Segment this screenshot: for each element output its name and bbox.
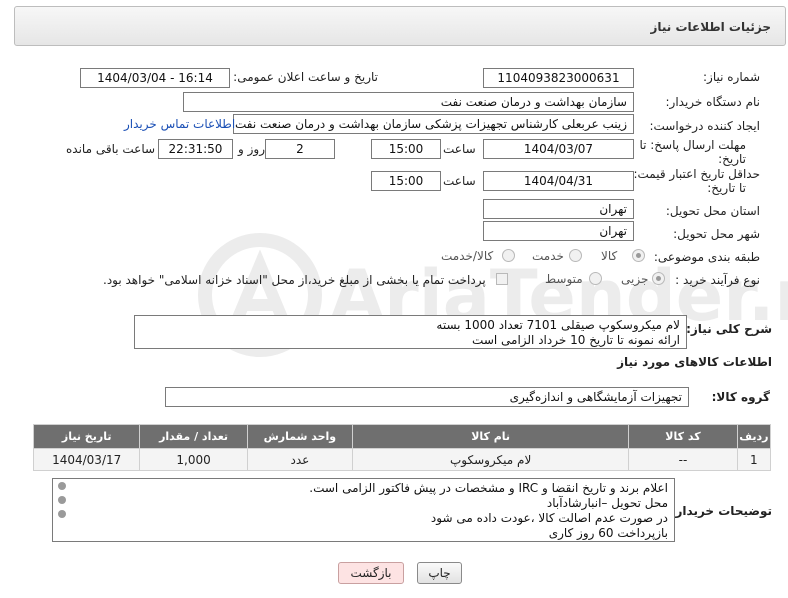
buyer-notes-line-1: اعلام برند و تاریخ انقضا و IRC و مشخصات … [309,481,668,495]
cell-row: 1 [736,448,772,471]
treasury-checkbox[interactable] [496,273,508,285]
contact-info-link[interactable]: اطلاعات تماس خریدار [124,117,235,131]
deadline-date-field: 1404/03/07 [483,139,634,159]
cell-qty: 1,000 [139,448,248,471]
buyer-org-field: سازمان بهداشت و درمان صنعت نفت [183,92,634,112]
category-radio-both[interactable] [502,249,515,262]
announce-label: تاریخ و ساعت اعلان عمومی: [233,70,378,84]
category-option-service: خدمت [532,249,564,263]
col-name: نام کالا [352,424,630,449]
description-label: شرح کلی نیاز: [686,322,772,336]
buyer-notes-line-2: محل تحویل –انبارشادآباد [546,496,668,510]
back-button[interactable]: بازگشت [338,562,404,584]
city-label: شهر محل تحویل: [673,227,760,241]
buyer-notes-line-3: در صورت عدم اصالت کالا ،عودت داده می شود [430,511,668,525]
validity-time-field: 15:00 [371,171,441,191]
payment-note: پرداخت تمام یا بخشی از مبلغ خرید،از محل … [103,273,486,287]
remaining-time-field: 22:31:50 [158,139,233,159]
print-button[interactable]: چاپ [417,562,462,584]
process-option-medium: متوسط [545,272,583,286]
days-field: 2 [265,139,335,159]
goods-group-field: تجهیزات آزمایشگاهی و اندازه‌گیری [165,387,689,407]
validity-label-1: حداقل تاریخ اعتبار قیمت: [633,167,760,181]
need-number-label: شماره نیاز: [703,70,760,84]
announce-field: 1404/03/04 - 16:14 [80,68,230,88]
creator-label: ایجاد کننده درخواست: [649,119,760,133]
notes-scrollbar[interactable] [58,482,66,524]
process-radio-medium[interactable] [589,272,602,285]
deadline-time-field: 15:00 [371,139,441,159]
buyer-notes-textarea[interactable]: اعلام برند و تاریخ انقضا و IRC و مشخصات … [52,478,675,542]
province-field: تهران [483,199,634,219]
category-option-both: کالا/خدمت [441,249,494,263]
col-code: کد کالا [628,424,738,449]
description-textarea[interactable]: لام میکروسکوپ صیقلی 7101 تعداد 1000 بسته… [134,315,687,349]
table-row: 1 -- لام میکروسکوپ عدد 1,000 1404/03/17 [32,448,772,471]
city-field: تهران [483,221,634,241]
category-radio-service[interactable] [569,249,582,262]
validity-time-label: ساعت [443,174,476,188]
cell-date: 1404/03/17 [32,448,141,471]
description-line-2: ارائه نمونه تا تاریخ 10 خرداد الزامی است [472,333,680,347]
validity-date-field: 1404/04/31 [483,171,634,191]
buyer-notes-line-4: بازپرداخت 60 روز کاری [548,526,668,540]
deadline-time-label: ساعت [443,142,476,156]
process-label: نوع فرآیند خرید : [675,273,760,287]
days-label: روز و [238,142,265,156]
buyer-org-label: نام دستگاه خریدار: [665,95,761,109]
goods-table: ردیف کد کالا نام کالا واحد شمارش تعداد /… [32,424,772,471]
cell-unit: عدد [246,448,354,471]
buyer-notes-label: توضیحات خریدار: [670,504,772,518]
header-panel: جزئیات اطلاعات نیاز [14,6,786,46]
process-option-minor: جزیی [621,272,649,286]
deadline-label-1: مهلت ارسال پاسخ: تا [639,138,746,152]
need-number-field: 1104093823000631 [483,68,634,88]
remaining-label: ساعت باقی مانده [66,142,156,156]
province-label: استان محل تحویل: [665,204,760,218]
description-line-1: لام میکروسکوپ صیقلی 7101 تعداد 1000 بسته [436,318,680,332]
validity-label-2: تا تاریخ: [707,181,746,195]
col-row: ردیف [736,424,772,449]
page-title: جزئیات اطلاعات نیاز [650,20,771,34]
cell-name: لام میکروسکوپ [352,448,630,471]
category-radio-goods[interactable] [632,249,645,262]
creator-field: زینب عربعلی کارشناس تجهیزات پزشکی سازمان… [233,114,634,134]
category-label: طبقه بندی موضوعی: [653,250,760,264]
col-date: تاریخ نیاز [32,424,141,449]
process-radio-minor[interactable] [652,272,665,285]
deadline-label-2: تاریخ: [718,152,746,166]
category-option-goods: کالا [601,249,618,263]
goods-table-header: ردیف کد کالا نام کالا واحد شمارش تعداد /… [32,424,772,449]
col-qty: تعداد / مقدار [139,424,248,449]
col-unit: واحد شمارش [246,424,354,449]
goods-section-title: اطلاعات کالاهای مورد نیاز [617,355,772,369]
goods-group-label: گروه کالا: [711,390,770,404]
cell-code: -- [628,448,738,471]
